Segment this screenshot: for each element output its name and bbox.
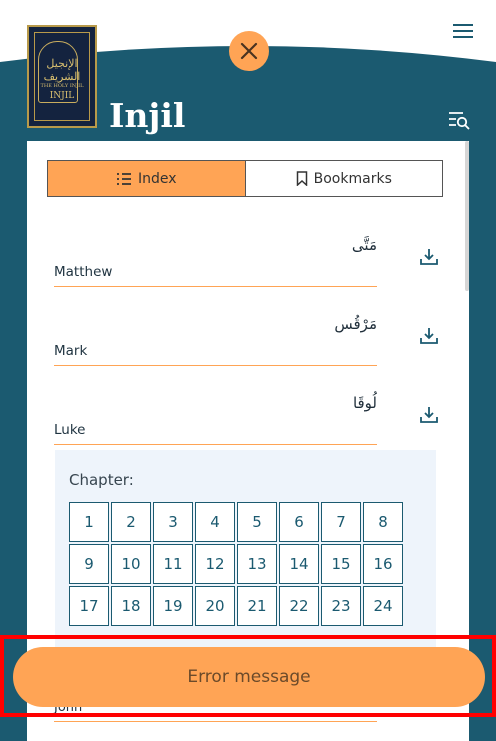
hamburger-icon xyxy=(453,24,473,26)
index-bookmarks-tabs: Index Bookmarks xyxy=(47,160,443,197)
book-divider xyxy=(54,721,377,722)
book-name: Luke xyxy=(54,422,86,438)
bookmark-icon xyxy=(296,171,307,186)
book-name: Mark xyxy=(54,343,88,359)
logo-arabic-text: الإنجيل الشريف xyxy=(43,57,81,83)
chapter-button[interactable]: 7 xyxy=(321,502,361,542)
chapter-button[interactable]: 9 xyxy=(69,544,109,584)
chapter-label: Chapter: xyxy=(69,471,134,489)
chapter-button[interactable]: 13 xyxy=(237,544,277,584)
search-list-icon xyxy=(449,112,470,130)
book-item-luke[interactable]: لُوقَا Luke xyxy=(54,394,377,445)
chapter-button[interactable]: 20 xyxy=(195,586,235,626)
close-icon xyxy=(240,42,258,60)
chapter-button[interactable]: 2 xyxy=(111,502,151,542)
book-arabic-title: لُوقَا xyxy=(352,394,377,412)
download-icon xyxy=(420,249,438,265)
close-button[interactable] xyxy=(229,31,269,71)
chapter-button[interactable]: 21 xyxy=(237,586,277,626)
chapter-selector: Chapter: 1 2 3 4 5 6 7 8 9 10 11 12 13 14 15 16 17 18 19 20… xyxy=(55,450,436,650)
chapter-button[interactable]: 14 xyxy=(279,544,319,584)
download-button-mark[interactable] xyxy=(419,326,439,346)
page-title: Injil xyxy=(109,96,186,135)
hamburger-menu-button[interactable] xyxy=(451,20,475,42)
chapter-button[interactable]: 6 xyxy=(279,502,319,542)
chapter-button[interactable]: 12 xyxy=(195,544,235,584)
logo-title: INJIL xyxy=(49,91,75,101)
hamburger-icon-bar xyxy=(453,36,473,38)
chapter-button[interactable]: 1 xyxy=(69,502,109,542)
chapter-button[interactable]: 8 xyxy=(363,502,403,542)
chapter-button[interactable]: 3 xyxy=(153,502,193,542)
tab-index[interactable]: Index xyxy=(48,161,246,196)
chapter-button[interactable]: 15 xyxy=(321,544,361,584)
book-item-mark[interactable]: مَرْقُس Mark xyxy=(54,315,377,366)
chapter-button[interactable]: 5 xyxy=(237,502,277,542)
book-arabic-title: مَتَّى xyxy=(351,236,377,254)
search-list-button[interactable] xyxy=(447,109,471,131)
scrollbar[interactable] xyxy=(465,141,469,291)
logo-subtitle: THE HOLY INJIL xyxy=(40,83,84,89)
list-icon xyxy=(116,172,131,185)
book-item-matthew[interactable]: مَتَّى Matthew xyxy=(54,236,377,287)
download-icon xyxy=(420,328,438,344)
chapter-button[interactable]: 10 xyxy=(111,544,151,584)
hamburger-icon-bar xyxy=(453,30,473,32)
chapter-button[interactable]: 17 xyxy=(69,586,109,626)
download-button-matthew[interactable] xyxy=(419,247,439,267)
chapter-button[interactable]: 23 xyxy=(321,586,361,626)
download-button-luke[interactable] xyxy=(419,405,439,425)
book-name: Matthew xyxy=(54,264,113,280)
download-icon xyxy=(420,407,438,423)
tab-bookmarks-label: Bookmarks xyxy=(313,170,392,187)
error-message-toast[interactable]: Error message xyxy=(13,647,485,707)
chapter-button[interactable]: 22 xyxy=(279,586,319,626)
tab-bookmarks[interactable]: Bookmarks xyxy=(246,161,443,196)
chapter-button[interactable]: 4 xyxy=(195,502,235,542)
tab-index-label: Index xyxy=(137,170,177,187)
chapter-button[interactable]: 19 xyxy=(153,586,193,626)
error-message-text: Error message xyxy=(187,667,311,687)
chapter-button[interactable]: 24 xyxy=(363,586,403,626)
chapter-button[interactable]: 18 xyxy=(111,586,151,626)
chapter-button[interactable]: 11 xyxy=(153,544,193,584)
injil-book-cover-logo: الإنجيل الشريف THE HOLY INJIL INJIL xyxy=(27,25,97,128)
chapter-grid: 1 2 3 4 5 6 7 8 9 10 11 12 13 14 15 16 17 18 19 20 21 22 23 24 xyxy=(69,502,403,626)
book-arabic-title: مَرْقُس xyxy=(334,315,377,333)
chapter-button[interactable]: 16 xyxy=(363,544,403,584)
